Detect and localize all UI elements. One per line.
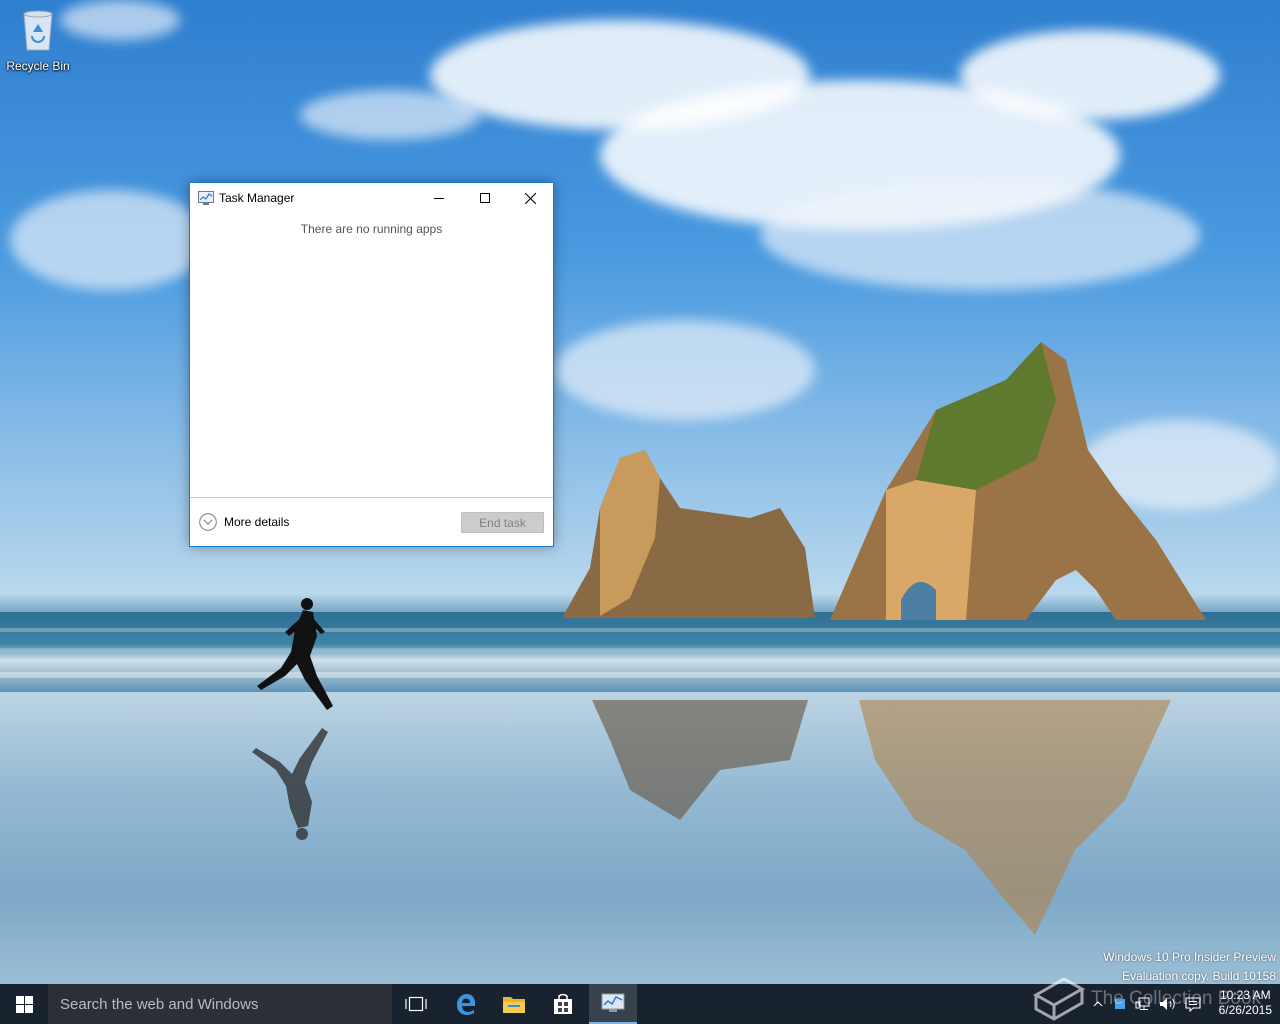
desktop-icon-label: Recycle Bin [6,59,70,73]
desktop-icon-recycle-bin[interactable]: Recycle Bin [4,6,72,73]
desktop: Recycle Bin Task Manager There are no ru… [0,0,1280,1024]
empty-state-message: There are no running apps [300,222,443,236]
wallpaper-cloud [960,30,1220,120]
end-task-button[interactable]: End task [461,512,544,533]
wallpaper-wave [0,628,1280,632]
store-icon [554,993,572,1014]
wallpaper-cloud [60,0,180,40]
window-titlebar[interactable]: Task Manager [190,183,553,213]
app-list-area: There are no running apps [190,213,553,497]
file-explorer-button[interactable] [490,984,538,1024]
wallpaper-wave [0,648,1280,652]
edge-button[interactable] [442,984,490,1024]
task-manager-taskbar-button[interactable] [589,984,637,1024]
book-logo-icon [1032,977,1086,1021]
start-button[interactable] [0,984,48,1024]
maximize-button[interactable] [462,183,508,213]
build-watermark: Windows 10 Pro Insider Preview Evaluatio… [1103,948,1276,986]
search-box[interactable]: Search the web and Windows [48,984,392,1024]
wallpaper-cloud [555,320,815,420]
wallpaper-cloud [760,180,1200,290]
minimize-icon [434,198,444,199]
wallpaper-rock-right [830,342,1206,620]
search-placeholder: Search the web and Windows [60,996,259,1013]
store-button[interactable] [539,984,587,1024]
recycle-bin-icon [23,10,53,51]
wallpaper-cloud [300,90,480,140]
more-details-label: More details [224,515,290,529]
taskbar: Search the web and Windows 10:23 AM 6/26… [0,984,1280,1024]
more-details-button[interactable]: More details [199,513,289,531]
wallpaper-rock-left [562,450,815,618]
window-title: Task Manager [219,191,295,205]
wallpaper-runner-reflection [252,728,328,840]
maximize-icon [480,193,490,203]
edge-icon [457,994,475,1015]
wallpaper-reflection-left [592,700,808,820]
wallpaper-reflection-right [859,700,1171,935]
minimize-button[interactable] [416,183,462,213]
folder-icon [503,997,525,1013]
chevron-down-circle-icon [199,513,217,531]
close-button[interactable] [507,183,553,213]
task-view-icon [405,996,427,1012]
window-footer: More details End task [190,497,553,547]
windows-logo-icon [15,995,33,1013]
task-view-button[interactable] [392,984,440,1024]
task-manager-icon [198,191,214,205]
task-manager-window[interactable]: Task Manager There are no running apps M… [189,182,554,547]
task-manager-icon [601,993,625,1012]
wallpaper-sea [0,612,1280,692]
watermark-edition: Windows 10 Pro Insider Preview [1103,950,1276,964]
wallpaper-wave [0,672,1280,678]
overlay-watermark-text: The Collection Book [1091,988,1262,1009]
wallpaper-runner [257,598,333,710]
close-icon [524,192,536,204]
wallpaper-cloud [10,190,210,290]
